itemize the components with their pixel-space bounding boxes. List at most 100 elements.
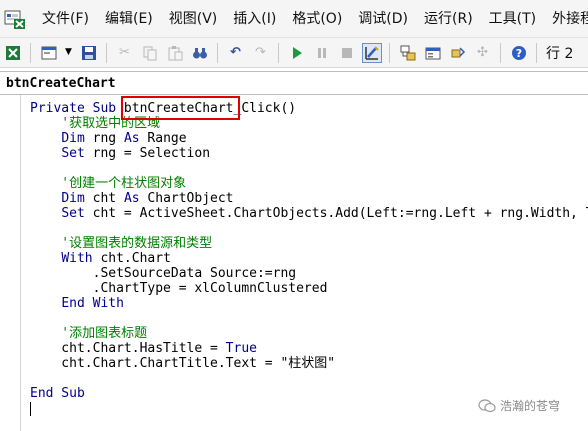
code-token: rng = Selection xyxy=(84,146,211,161)
wechat-icon xyxy=(478,398,496,412)
redo-icon[interactable]: ↷ xyxy=(251,43,271,63)
code-token: cht.Chart.ChartTitle.Text = "柱状图" xyxy=(30,356,336,371)
insert-form-icon[interactable] xyxy=(39,43,59,63)
toolbar-separator xyxy=(217,42,218,63)
pause-icon[interactable] xyxy=(312,43,332,63)
code-editor[interactable]: Private Sub btnCreateChart_Click() '获取选中… xyxy=(0,95,588,431)
code-keyword: Dim xyxy=(61,131,85,146)
menu-file[interactable]: 文件(F) xyxy=(34,0,97,38)
menu-insert[interactable]: 插入(I) xyxy=(225,0,284,38)
reset-icon[interactable] xyxy=(337,43,357,63)
code-token: cht.Chart xyxy=(92,251,171,266)
find-icon[interactable] xyxy=(190,43,210,63)
code-keyword: Set xyxy=(61,206,85,221)
code-line[interactable]: Dim rng As Range xyxy=(30,131,588,146)
undo-icon[interactable]: ↶ xyxy=(226,43,246,63)
vba-app-icon[interactable] xyxy=(4,8,26,30)
code-line[interactable] xyxy=(30,161,588,176)
save-icon[interactable] xyxy=(79,43,99,63)
code-line[interactable]: '设置图表的数据源和类型 xyxy=(30,236,588,251)
code-comment: '创建一个柱状图对象 xyxy=(30,176,187,191)
code-line[interactable]: cht.Chart.ChartTitle.Text = "柱状图" xyxy=(30,356,588,371)
copy-icon[interactable] xyxy=(140,43,160,63)
code-line[interactable]: With cht.Chart xyxy=(30,251,588,266)
code-line[interactable]: .SetSourceData Source:=rng xyxy=(30,266,588,281)
code-line[interactable]: End With xyxy=(30,296,588,311)
code-token: rng xyxy=(84,131,124,146)
code-keyword: Private Sub xyxy=(30,101,124,116)
menu-tools[interactable]: 工具(T) xyxy=(481,0,544,38)
object-browser-icon[interactable] xyxy=(448,43,468,63)
watermark: 浩瀚的苍穹 xyxy=(478,397,560,414)
project-explorer-icon[interactable] xyxy=(398,43,418,63)
view-excel-icon[interactable] xyxy=(3,43,23,63)
code-token: cht = ActiveSheet.ChartObjects.Add(Left:… xyxy=(84,206,588,221)
code-line[interactable]: .ChartType = xlColumnClustered xyxy=(30,281,588,296)
svg-text:?: ? xyxy=(515,47,521,60)
code-keyword: End With xyxy=(61,296,124,311)
highlight-box xyxy=(121,96,240,120)
code-token: .SetSourceData Source:=rng xyxy=(30,266,297,281)
code-line[interactable]: Private Sub btnCreateChart_Click() xyxy=(30,101,588,116)
margin-indicator-bar[interactable] xyxy=(20,95,21,431)
toolbox-icon[interactable]: ✣ xyxy=(473,43,493,63)
code-comment: '添加图表标题 xyxy=(30,326,148,341)
code-line[interactable]: '创建一个柱状图对象 xyxy=(30,176,588,191)
menu-addins[interactable]: 外接程 xyxy=(544,0,588,38)
code-line[interactable]: Dim cht As ChartObject xyxy=(30,191,588,206)
procedure-name-bar[interactable]: btnCreateChart xyxy=(0,71,588,95)
code-line[interactable]: '添加图表标题 xyxy=(30,326,588,341)
code-keyword: Dim xyxy=(61,191,85,206)
code-line[interactable]: Set cht = ActiveSheet.ChartObjects.Add(L… xyxy=(30,206,588,221)
toolbar-separator xyxy=(389,42,390,63)
toolbar-separator xyxy=(30,42,31,63)
code-keyword: Set xyxy=(61,146,85,161)
code-token: Range xyxy=(139,131,187,146)
toolbar-separator xyxy=(278,42,279,63)
menu-debug[interactable]: 调试(D) xyxy=(350,0,416,38)
code-keyword: As xyxy=(123,131,140,146)
code-line[interactable] xyxy=(30,371,588,386)
menu-bar: 文件(F) 编辑(E) 视图(V) 插入(I) 格式(O) 调试(D) 运行(R… xyxy=(0,0,588,38)
code-keyword: End Sub xyxy=(30,386,85,401)
paste-icon[interactable] xyxy=(165,43,185,63)
code-comment: '设置图表的数据源和类型 xyxy=(30,236,213,251)
menu-view[interactable]: 视图(V) xyxy=(161,0,226,38)
code-text[interactable]: Private Sub btnCreateChart_Click() '获取选中… xyxy=(30,101,588,401)
code-token: .ChartType = xlColumnClustered xyxy=(30,281,328,296)
code-line[interactable] xyxy=(30,221,588,236)
code-line[interactable] xyxy=(30,311,588,326)
code-line[interactable]: cht.Chart.HasTitle = True xyxy=(30,341,588,356)
code-keyword: With xyxy=(61,251,93,266)
run-icon[interactable] xyxy=(287,43,307,63)
code-token: cht.Chart.HasTitle = xyxy=(30,341,226,356)
code-keyword: As xyxy=(123,191,140,206)
properties-window-icon[interactable] xyxy=(423,43,443,63)
code-line[interactable]: '获取选中的区域 xyxy=(30,116,588,131)
toolbar-separator xyxy=(536,42,537,63)
design-mode-icon[interactable] xyxy=(361,42,382,63)
code-token: cht xyxy=(84,191,124,206)
help-icon[interactable]: ? xyxy=(509,43,529,63)
code-keyword: True xyxy=(225,341,257,356)
menu-run[interactable]: 运行(R) xyxy=(416,0,481,38)
standard-toolbar: ▼ ✂ ↶ ↷ ✣ ? 行 2 xyxy=(0,38,588,68)
code-token: ChartObject xyxy=(139,191,234,206)
cut-icon[interactable]: ✂ xyxy=(115,43,135,63)
text-cursor xyxy=(30,402,31,416)
watermark-text: 浩瀚的苍穹 xyxy=(500,399,561,413)
toolbar-separator xyxy=(106,42,107,63)
procedure-name: btnCreateChart xyxy=(6,75,116,91)
menu-edit[interactable]: 编辑(E) xyxy=(97,0,161,38)
toolbar-separator xyxy=(500,42,501,63)
line-indicator: 行 2 xyxy=(546,45,574,62)
code-line[interactable]: Set rng = Selection xyxy=(30,146,588,161)
dropdown-arrow-icon[interactable]: ▼ xyxy=(64,43,74,63)
menu-format[interactable]: 格式(O) xyxy=(284,0,350,38)
